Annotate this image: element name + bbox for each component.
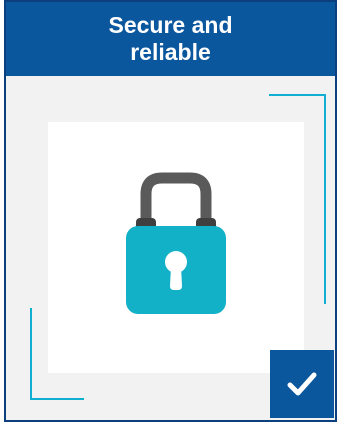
feature-card: Secure and reliable [4, 0, 337, 422]
checkmark-icon [287, 372, 317, 396]
corner-accent-bottom-left-vertical [30, 308, 32, 400]
corner-accent-top-right-vertical [324, 94, 326, 304]
card-title: Secure and reliable [108, 12, 233, 65]
corner-accent-bottom-left-horizontal [30, 398, 84, 400]
check-badge [270, 350, 334, 418]
corner-accent-top-right-horizontal [269, 94, 326, 96]
padlock-icon [126, 172, 226, 314]
card-header: Secure and reliable [6, 2, 335, 76]
